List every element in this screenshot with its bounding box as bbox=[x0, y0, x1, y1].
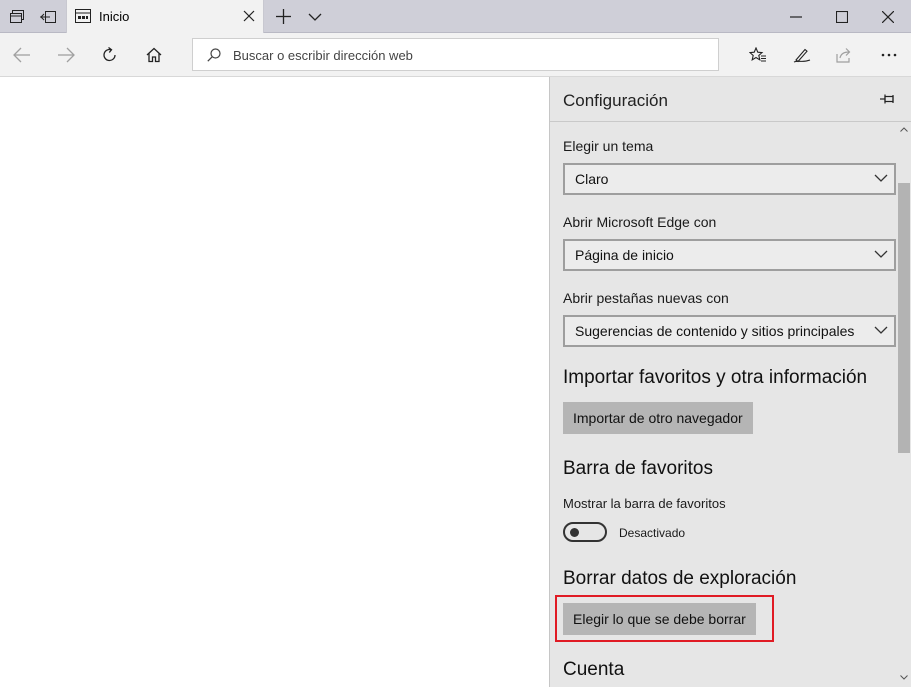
new-tabs-value: Sugerencias de contenido y sitios princi… bbox=[575, 323, 855, 339]
clear-data-heading: Borrar datos de exploración bbox=[563, 568, 797, 589]
account-heading: Cuenta bbox=[563, 659, 625, 680]
settings-title: Configuración bbox=[563, 91, 668, 110]
pin-icon[interactable] bbox=[880, 93, 896, 105]
back-arrow-icon[interactable] bbox=[0, 33, 44, 77]
chevron-down-icon bbox=[874, 326, 888, 334]
scrollbar-thumb[interactable] bbox=[898, 183, 910, 453]
home-icon[interactable] bbox=[132, 33, 176, 77]
new-tabs-dropdown[interactable]: Sugerencias de contenido y sitios princi… bbox=[563, 315, 896, 347]
search-icon bbox=[207, 48, 221, 62]
show-tabs-icon[interactable] bbox=[31, 0, 65, 33]
favorites-icon[interactable] bbox=[736, 33, 780, 77]
chevron-down-icon bbox=[874, 250, 888, 258]
scroll-up-icon[interactable] bbox=[900, 127, 908, 132]
favorites-bar-toggle[interactable] bbox=[563, 522, 607, 542]
page-content bbox=[0, 78, 549, 687]
open-with-value: Página de inicio bbox=[575, 247, 674, 263]
favorites-bar-heading: Barra de favoritos bbox=[563, 458, 713, 479]
open-with-label: Abrir Microsoft Edge con bbox=[563, 214, 717, 230]
clear-data-button[interactable]: Elegir lo que se debe borrar bbox=[563, 603, 756, 635]
tab-set-aside-icon[interactable] bbox=[0, 0, 34, 33]
toggle-knob bbox=[570, 528, 579, 537]
scroll-down-icon[interactable] bbox=[900, 675, 908, 680]
open-with-dropdown[interactable]: Página de inicio bbox=[563, 239, 896, 271]
settings-panel: Configuración Elegir un tema Claro Abrir… bbox=[549, 77, 911, 687]
theme-label: Elegir un tema bbox=[563, 138, 654, 154]
chevron-down-icon[interactable] bbox=[298, 0, 332, 33]
theme-value: Claro bbox=[575, 171, 609, 187]
import-button[interactable]: Importar de otro navegador bbox=[563, 402, 753, 434]
pen-icon[interactable] bbox=[780, 33, 824, 77]
more-icon[interactable] bbox=[867, 33, 911, 77]
address-bar[interactable]: Buscar o escribir dirección web bbox=[192, 38, 719, 71]
close-icon[interactable] bbox=[243, 10, 255, 22]
tab-page-icon bbox=[75, 9, 91, 23]
title-bar: Inicio bbox=[0, 0, 911, 33]
chevron-down-icon bbox=[874, 174, 888, 182]
window-close-icon[interactable] bbox=[865, 0, 911, 33]
maximize-icon[interactable] bbox=[819, 0, 865, 33]
tab-title: Inicio bbox=[99, 9, 130, 24]
navigation-bar: Buscar o escribir dirección web bbox=[0, 33, 911, 77]
address-placeholder: Buscar o escribir dirección web bbox=[233, 48, 413, 63]
favorites-bar-state: Desactivado bbox=[619, 526, 686, 540]
import-heading: Importar favoritos y otra información bbox=[563, 367, 868, 388]
theme-dropdown[interactable]: Claro bbox=[563, 163, 896, 195]
refresh-icon[interactable] bbox=[88, 33, 132, 77]
forward-arrow-icon[interactable] bbox=[44, 33, 88, 77]
favorites-bar-label: Mostrar la barra de favoritos bbox=[563, 496, 726, 511]
title-divider bbox=[550, 121, 911, 122]
new-tabs-label: Abrir pestañas nuevas con bbox=[563, 290, 729, 306]
new-tab-icon[interactable] bbox=[266, 0, 300, 33]
share-icon[interactable] bbox=[823, 33, 867, 77]
minimize-icon[interactable] bbox=[773, 0, 819, 33]
tab-inicio[interactable]: Inicio bbox=[66, 0, 264, 33]
